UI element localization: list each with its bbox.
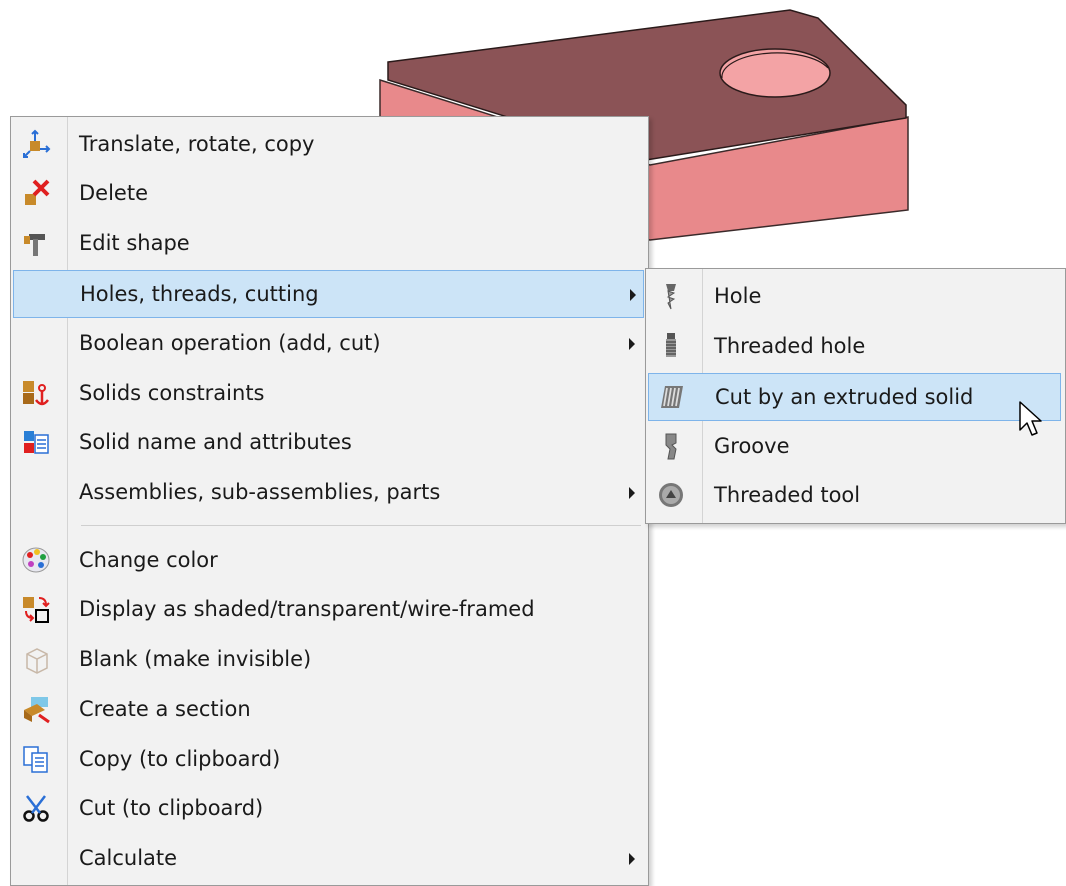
menu-item-holes-threads-cutting[interactable]: Holes, threads, cutting	[13, 270, 644, 318]
menu-item-translate-rotate-copy[interactable]: Translate, rotate, copy	[13, 121, 644, 169]
section-icon	[21, 694, 51, 724]
menu-item-label: Boolean operation (add, cut)	[79, 331, 381, 355]
display-mode-icon	[21, 594, 51, 624]
menu-item-label: Solids constraints	[79, 381, 265, 405]
move-arrows-icon	[21, 129, 51, 159]
submenu-arrow-icon	[629, 487, 635, 499]
submenu-item-threaded-hole[interactable]: Threaded hole	[648, 323, 1061, 371]
menu-item-change-color[interactable]: Change color	[13, 537, 644, 585]
scissors-icon	[21, 793, 51, 823]
submenu-item-label: Cut by an extruded solid	[715, 385, 974, 409]
context-menu: Translate, rotate, copy Delete Edit shape H…	[10, 116, 649, 886]
menu-item-label: Blank (make invisible)	[79, 647, 312, 671]
menu-item-boolean-operation-add-cut[interactable]: Boolean operation (add, cut)	[13, 320, 644, 368]
submenu-item-label: Hole	[714, 284, 762, 308]
menu-item-copy-to-clipboard[interactable]: Copy (to clipboard)	[13, 736, 644, 784]
menu-item-label: Cut (to clipboard)	[79, 796, 264, 820]
edit-hammer-icon	[21, 228, 51, 258]
menu-item-label: Create a section	[79, 697, 251, 721]
menu-item-solids-constraints[interactable]: Solids constraints	[13, 370, 644, 418]
menu-item-label: Calculate	[79, 846, 178, 870]
tap-icon	[656, 331, 686, 361]
menu-separator	[81, 525, 641, 526]
submenu-arrow-icon	[629, 853, 635, 865]
submenu-arrow-icon	[630, 289, 636, 301]
mouse-cursor-icon	[1019, 401, 1042, 436]
menu-item-solid-name-and-attributes[interactable]: Solid name and attributes	[13, 419, 644, 467]
menu-item-label: Change color	[79, 548, 218, 572]
drill-icon	[656, 281, 686, 311]
menu-item-calculate[interactable]: Calculate	[13, 835, 644, 883]
menu-item-label: Solid name and attributes	[79, 430, 352, 454]
anchor-icon	[21, 378, 51, 408]
submenu-item-label: Threaded tool	[714, 483, 861, 507]
menu-item-assemblies-sub-assemblies-parts[interactable]: Assemblies, sub-assemblies, parts	[13, 469, 644, 517]
palette-icon	[21, 545, 51, 575]
menu-item-delete[interactable]: Delete	[13, 170, 644, 218]
menu-item-label: Copy (to clipboard)	[79, 747, 281, 771]
menu-item-blank-make-invisible[interactable]: Blank (make invisible)	[13, 636, 644, 684]
extrude-cut-icon	[657, 382, 687, 412]
menu-item-label: Assemblies, sub-assemblies, parts	[79, 480, 441, 504]
submenu-item-hole[interactable]: Hole	[648, 273, 1061, 321]
thread-tool-icon	[656, 480, 686, 510]
menu-item-cut-to-clipboard[interactable]: Cut (to clipboard)	[13, 785, 644, 833]
submenu-item-threaded-tool[interactable]: Threaded tool	[648, 472, 1061, 520]
delete-x-icon	[21, 178, 51, 208]
menu-item-label: Translate, rotate, copy	[79, 132, 315, 156]
submenu-item-cut-by-an-extruded-solid[interactable]: Cut by an extruded solid	[648, 373, 1061, 421]
submenu-item-label: Groove	[714, 434, 790, 458]
menu-item-label: Display as shaded/transparent/wire-frame…	[79, 597, 535, 621]
menu-item-label: Edit shape	[79, 231, 190, 255]
menu-item-create-a-section[interactable]: Create a section	[13, 686, 644, 734]
submenu-item-label: Threaded hole	[714, 334, 866, 358]
menu-item-label: Holes, threads, cutting	[80, 282, 319, 306]
menu-item-edit-shape[interactable]: Edit shape	[13, 220, 644, 268]
submenu-arrow-icon	[629, 338, 635, 350]
holes-submenu: Hole Threaded hole Cut by an extruded soli…	[645, 268, 1066, 524]
menu-item-display-as-shaded-transparent-wire-framed[interactable]: Display as shaded/transparent/wire-frame…	[13, 586, 644, 634]
menu-item-label: Delete	[79, 181, 148, 205]
groove-tool-icon	[656, 431, 686, 461]
attributes-icon	[21, 427, 51, 457]
copy-icon	[21, 744, 51, 774]
submenu-item-groove[interactable]: Groove	[648, 423, 1061, 471]
blank-cube-icon	[21, 644, 51, 674]
